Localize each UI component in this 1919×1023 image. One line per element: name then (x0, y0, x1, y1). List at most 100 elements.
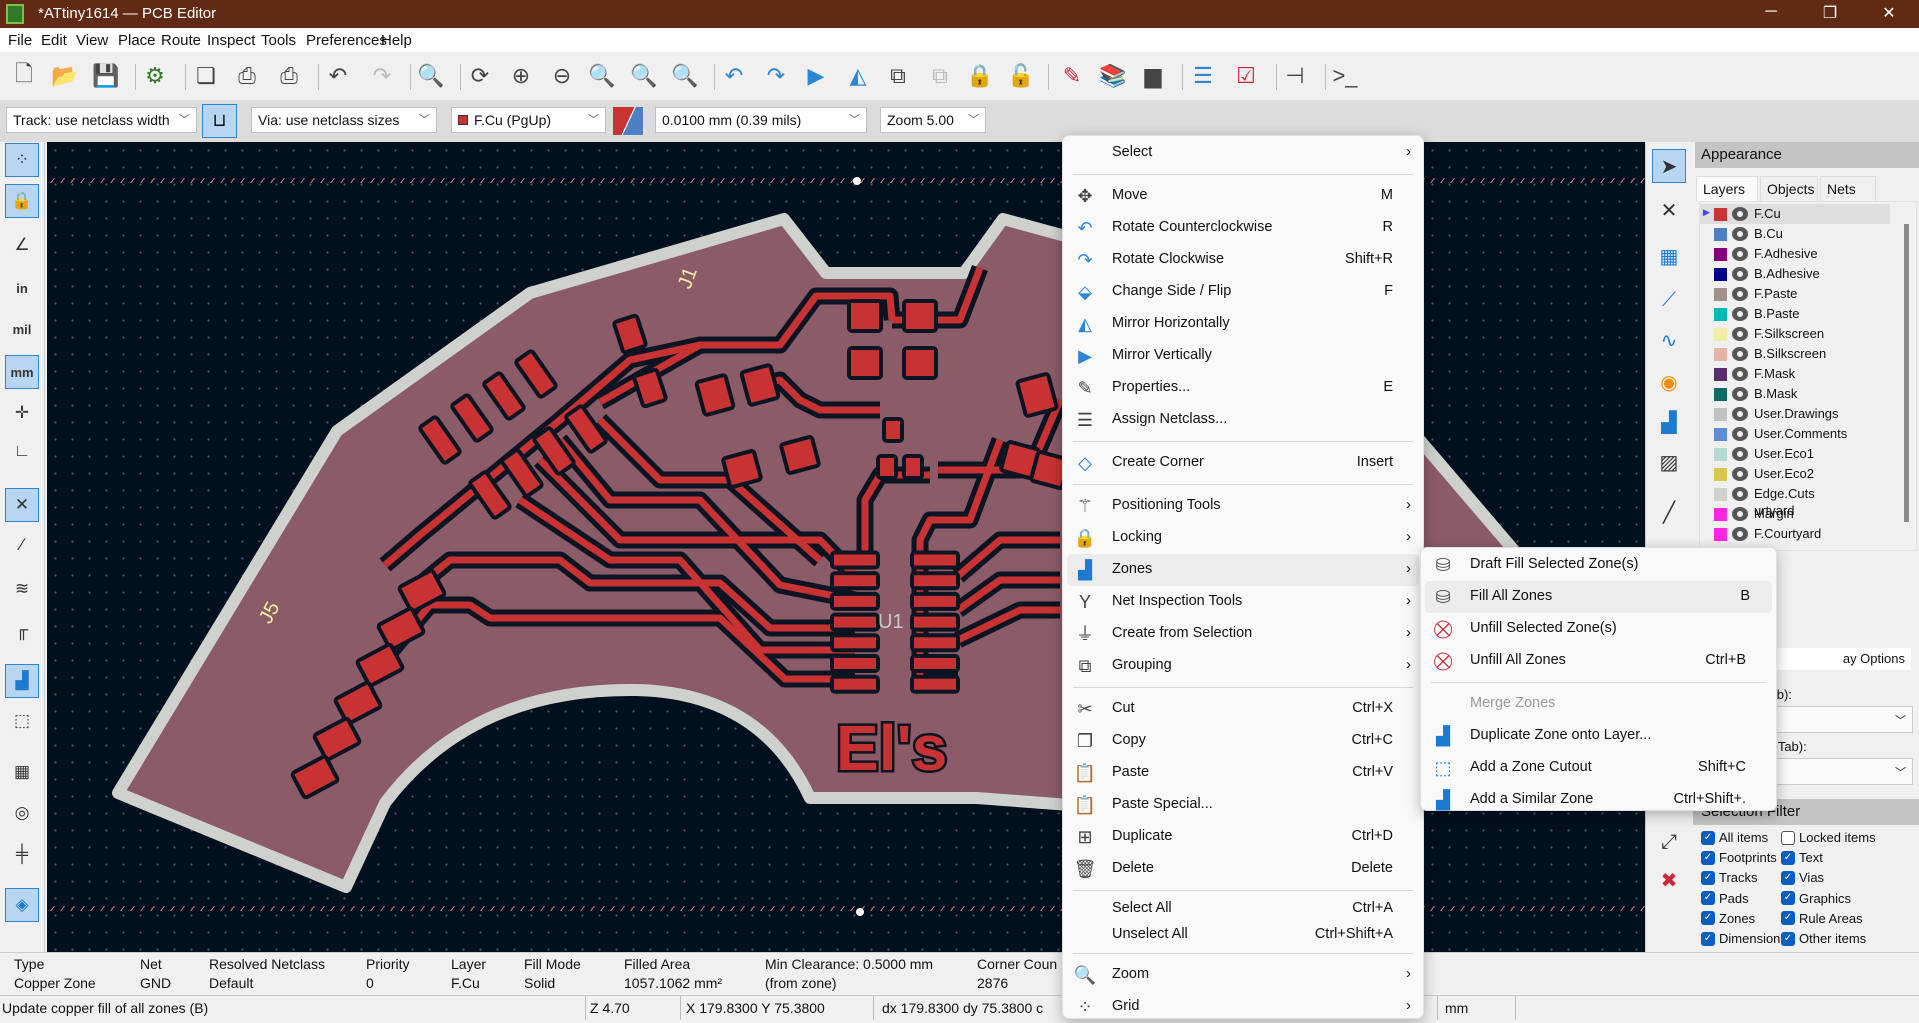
menu-item-paste-special[interactable]: 📋 Paste Special... (1063, 789, 1423, 821)
filter-graphics[interactable]: ✓ Graphics (1781, 891, 1851, 906)
menu-item-add-a-zone-cutout[interactable]: ⬚ Add a Zone Cutout Shift+C (1421, 752, 1776, 784)
track-hide-icon[interactable]: ╪ (5, 837, 39, 871)
rotate-cw-icon[interactable]: ↷ (761, 61, 791, 91)
layer-row[interactable]: Margin (1700, 504, 1890, 524)
layer-row[interactable]: B.Mask (1700, 384, 1890, 404)
visibility-eye-icon[interactable] (1732, 387, 1748, 401)
track-outline-icon[interactable]: ╓ (5, 613, 39, 647)
find-icon[interactable]: 🔍 (416, 61, 446, 91)
pad[interactable] (902, 299, 938, 333)
menu-item-properties[interactable]: ✎ Properties... E (1063, 372, 1423, 404)
add-via-icon[interactable]: ◉ (1652, 365, 1686, 399)
layer-pair-button[interactable] (613, 107, 643, 135)
pad[interactable] (910, 550, 960, 570)
lock-icon[interactable]: 🔒 (965, 61, 995, 91)
mirror-horizontal-icon[interactable]: ◭ (843, 61, 873, 91)
menu-item-unfill-selected-zone-s[interactable]: ⛒ Unfill Selected Zone(s) (1421, 613, 1776, 645)
layer-color-swatch[interactable] (1714, 468, 1727, 481)
layer-list-scrollbar[interactable] (1904, 224, 1909, 522)
grid-lock-icon[interactable]: 🔒 (5, 184, 39, 218)
menu-edit[interactable]: Edit (41, 32, 67, 49)
layer-color-swatch[interactable] (1714, 308, 1727, 321)
layer-color-swatch[interactable] (1714, 228, 1727, 241)
checkbox[interactable]: ✓ (1781, 870, 1795, 885)
auto-track-width-button[interactable]: ⊔ (202, 104, 237, 138)
maximize-button[interactable]: ❐ (1815, 3, 1845, 23)
checkbox[interactable] (1781, 830, 1795, 845)
menu-item-create-from-selection[interactable]: ⏚ Create from Selection › (1063, 618, 1423, 650)
pad[interactable] (847, 299, 883, 333)
angle-snap-icon[interactable]: ∟ (5, 434, 39, 468)
filter-footprints[interactable]: ✓ Footprints (1701, 850, 1777, 865)
checkbox[interactable]: ✓ (1701, 830, 1715, 845)
layer-color-swatch[interactable] (1714, 428, 1727, 441)
tune-length-icon[interactable]: ∿ (1652, 323, 1686, 357)
menu-place[interactable]: Place (118, 32, 156, 49)
draw-line-icon[interactable]: ╱ (1652, 495, 1686, 529)
units-mm-icon[interactable]: mm (5, 355, 39, 389)
pad[interactable] (876, 454, 898, 480)
filter-rule-areas[interactable]: ✓ Rule Areas (1781, 911, 1863, 926)
layer-color-swatch[interactable] (1714, 508, 1727, 521)
menu-item-duplicate[interactable]: ⊞ Duplicate Ctrl+D (1063, 821, 1423, 853)
pad[interactable] (902, 454, 924, 480)
filter-locked-items[interactable]: Locked items (1781, 830, 1876, 845)
menu-item-draft-fill-selected-zone-s[interactable]: ⛁ Draft Fill Selected Zone(s) (1421, 549, 1776, 581)
page-settings-icon[interactable]: ❏ (191, 61, 221, 91)
layer-color-swatch[interactable] (1714, 448, 1727, 461)
undo-icon[interactable]: ↶ (323, 61, 353, 91)
menu-item-zones[interactable]: ▟ Zones › (1067, 554, 1419, 586)
grid-icon[interactable]: ⁘ (5, 143, 39, 177)
pad[interactable] (830, 550, 880, 570)
board-setup-icon[interactable]: ⚙ (140, 61, 170, 91)
zoom-objects-icon[interactable]: 🔍 (629, 61, 659, 91)
menu-item-paste[interactable]: 📋 Paste Ctrl+V (1063, 757, 1423, 789)
pad[interactable] (910, 674, 960, 694)
filter-pads[interactable]: ✓ Pads (1701, 891, 1749, 906)
units-mil-icon[interactable]: mil (5, 312, 39, 346)
menu-item-rotate-counterclockwise[interactable]: ↶ Rotate Counterclockwise R (1063, 212, 1423, 244)
visibility-eye-icon[interactable] (1732, 327, 1748, 341)
layer-row[interactable]: B.Silkscreen (1700, 344, 1890, 364)
add-footprint-icon[interactable]: ▦ (1652, 239, 1686, 273)
pad[interactable] (830, 674, 880, 694)
menu-item-mirror-horizontally[interactable]: ◭ Mirror Horizontally (1063, 308, 1423, 340)
menu-tools[interactable]: Tools (261, 32, 296, 49)
layer-color-swatch[interactable] (1714, 288, 1727, 301)
checkbox[interactable]: ✓ (1701, 870, 1715, 885)
footprint-outline-icon[interactable]: ▦ (5, 755, 39, 789)
layer-row[interactable]: F.Paste (1700, 284, 1890, 304)
visibility-eye-icon[interactable] (1732, 507, 1748, 521)
filter-dimensions[interactable]: ✓ Dimensions (1701, 931, 1787, 946)
visibility-eye-icon[interactable] (1732, 427, 1748, 441)
pad[interactable] (847, 346, 883, 380)
net-highlight-icon[interactable]: ≋ (5, 572, 39, 606)
layer-row[interactable]: User.Eco2 (1700, 464, 1890, 484)
menu-help[interactable]: Help (381, 32, 412, 49)
layer-color-swatch[interactable] (1714, 368, 1727, 381)
menu-view[interactable]: View (76, 32, 108, 49)
menu-item-select-all[interactable]: Select All Ctrl+A (1063, 896, 1423, 922)
tab-nets[interactable]: Nets (1820, 176, 1876, 201)
zone-outline-icon[interactable]: ⬚ (5, 704, 39, 738)
layer-row[interactable]: B.Adhesive (1700, 264, 1890, 284)
visibility-eye-icon[interactable] (1732, 287, 1748, 301)
zoom-select[interactable]: Zoom 5.00 ﹀ (880, 107, 986, 133)
schematic-icon[interactable]: ⊣ (1280, 61, 1310, 91)
select-icon[interactable]: ➤ (1652, 149, 1686, 183)
menu-item-duplicate-zone-onto-layer[interactable]: ▟ Duplicate Zone onto Layer... (1421, 720, 1776, 752)
filter-zones[interactable]: ✓ Zones (1701, 911, 1755, 926)
footprint-browser-icon[interactable]: 📚 (1098, 61, 1128, 91)
grid-select[interactable]: 0.0100 mm (0.39 mils) ﹀ (655, 107, 867, 133)
pad[interactable] (902, 346, 938, 380)
zoom-fit-icon[interactable]: 🔍 (587, 61, 617, 91)
ungroup-icon[interactable]: ⧉ (925, 61, 955, 91)
pad[interactable] (830, 633, 880, 653)
add-zone-icon[interactable]: ▟ (1652, 405, 1686, 439)
refresh-icon[interactable]: ⟳ (465, 61, 495, 91)
menu-item-grid[interactable]: ⁘ Grid › (1063, 991, 1423, 1023)
layer-color-swatch[interactable] (1714, 348, 1727, 361)
save-icon[interactable]: 💾 (91, 61, 121, 91)
dimension-icon[interactable]: ⤢ (1652, 825, 1686, 859)
route-track-icon[interactable]: ⟋ (1652, 283, 1686, 317)
